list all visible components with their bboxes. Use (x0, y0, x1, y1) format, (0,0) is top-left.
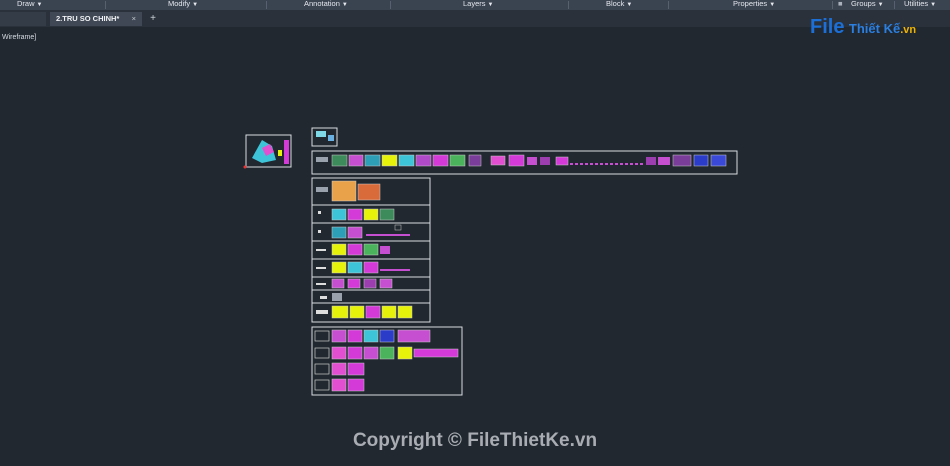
sheet-set-mep (311, 326, 463, 396)
cover-sheet (311, 127, 338, 147)
copyright-watermark: Copyright © FileThietKe.vn (352, 430, 598, 451)
sheet-set-architecture (311, 177, 431, 323)
logo-text-main: Thiết Kế (848, 21, 901, 36)
site-plan-sheet (243, 134, 292, 169)
sheet-strip (311, 150, 738, 175)
model-space-drawing (243, 127, 738, 396)
filethietke-logo: File Thiết Kế.vn (810, 16, 916, 42)
logo-text-suffix: .vn (900, 24, 917, 36)
logo-text-file: File (810, 16, 845, 38)
